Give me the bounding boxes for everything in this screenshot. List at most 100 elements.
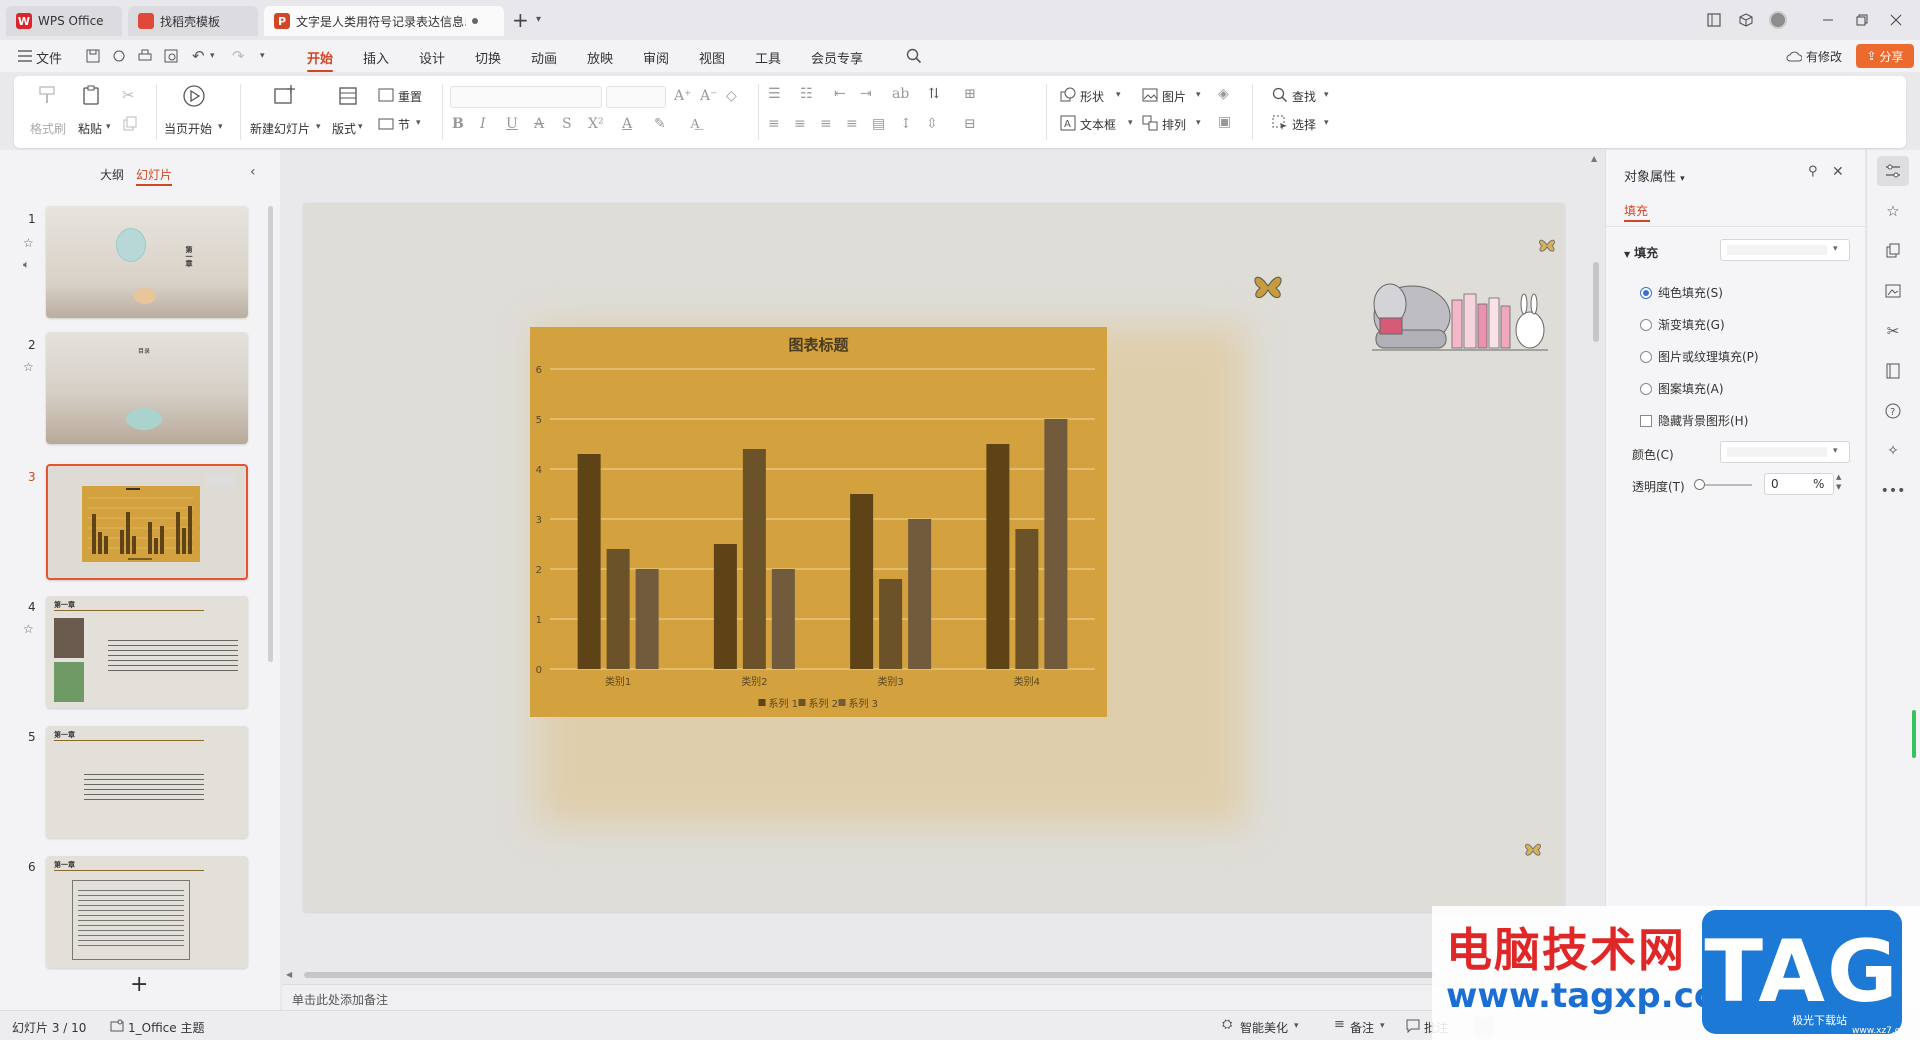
slide-thumbnail-3[interactable] bbox=[46, 464, 248, 580]
outline-icon[interactable]: ▣ bbox=[1218, 114, 1231, 130]
chevron-down-icon[interactable]: ▾ bbox=[218, 122, 223, 132]
text-direction-icon[interactable]: ab bbox=[892, 86, 909, 102]
radio-button[interactable] bbox=[1640, 286, 1652, 299]
color-select[interactable]: ▾ bbox=[1720, 441, 1850, 463]
decrease-indent-icon[interactable]: ⇤ bbox=[834, 86, 846, 102]
justify-icon[interactable]: ≡ bbox=[846, 116, 858, 132]
radio-button[interactable] bbox=[1640, 382, 1652, 395]
reset-button[interactable]: 重置 bbox=[398, 88, 422, 105]
slide-thumbnail-2[interactable]: 目录 bbox=[46, 332, 248, 444]
panel-title[interactable]: 对象属性 ▾ bbox=[1624, 166, 1685, 185]
image-edit-icon[interactable] bbox=[1882, 280, 1904, 302]
pin-icon[interactable]: ⚲ bbox=[1808, 164, 1818, 179]
save-icon[interactable] bbox=[86, 49, 100, 63]
radio-button[interactable] bbox=[1640, 318, 1652, 331]
find-button[interactable]: 查找 bbox=[1292, 88, 1316, 105]
superscript-icon[interactable]: X² bbox=[588, 116, 604, 132]
chevron-down-icon[interactable]: ▾ bbox=[260, 51, 265, 61]
tools-icon[interactable]: ✂ bbox=[1882, 320, 1904, 342]
pattern-fill-option[interactable]: 图案填充(A) bbox=[1640, 380, 1724, 397]
new-slide-button[interactable]: 新建幻灯片 bbox=[250, 120, 310, 137]
menu-tab-tools[interactable]: 工具 bbox=[755, 48, 781, 67]
play-from-current-button[interactable]: 当页开始 bbox=[164, 120, 212, 137]
share-button[interactable]: ⇪ 分享 bbox=[1856, 44, 1914, 68]
fill-type-select[interactable]: ▾ bbox=[1720, 239, 1850, 261]
menu-file[interactable]: 文件 bbox=[36, 48, 62, 67]
gradient-fill-option[interactable]: 渐变填充(G) bbox=[1640, 316, 1725, 333]
shape-button[interactable]: 形状 bbox=[1080, 88, 1104, 105]
tab-fill[interactable]: 填充 bbox=[1624, 202, 1648, 219]
convert-icon[interactable]: ⊞ bbox=[964, 86, 976, 102]
chevron-down-icon[interactable]: ▾ bbox=[210, 51, 215, 61]
menu-tab-design[interactable]: 设计 bbox=[419, 48, 445, 67]
print-icon[interactable] bbox=[138, 49, 152, 63]
copy-icon[interactable] bbox=[122, 116, 138, 132]
fill-section-header[interactable]: ▼ 填充 bbox=[1624, 244, 1658, 261]
chevron-down-icon[interactable]: ▾ bbox=[1196, 118, 1201, 128]
menu-tab-home[interactable]: 开始 bbox=[307, 48, 334, 72]
chevron-down-icon[interactable]: ▾ bbox=[106, 122, 111, 132]
picture-fill-option[interactable]: 图片或纹理填充(P) bbox=[1640, 348, 1759, 365]
slider-thumb[interactable] bbox=[1694, 479, 1705, 490]
select-button[interactable]: 选择 bbox=[1292, 116, 1316, 133]
menu-tab-view[interactable]: 视图 bbox=[699, 48, 725, 67]
increase-indent-icon[interactable]: ⇥ bbox=[860, 86, 872, 102]
search-icon[interactable] bbox=[906, 48, 922, 64]
strikethrough-icon[interactable]: A bbox=[534, 116, 544, 132]
modified-status[interactable]: 有修改 bbox=[1806, 48, 1842, 65]
clear-format-icon[interactable]: ◇ bbox=[726, 88, 737, 104]
line-spacing-icon[interactable]: ↕ bbox=[900, 116, 912, 132]
slide-thumbnail-4[interactable]: 第一章 bbox=[46, 596, 248, 708]
canvas-vertical-scrollbar[interactable] bbox=[1593, 262, 1599, 342]
chevron-down-icon[interactable]: ▾ bbox=[536, 14, 541, 25]
sound-icon[interactable]: 🔈︎ bbox=[23, 258, 30, 272]
chevron-down-icon[interactable]: ▾ bbox=[358, 122, 363, 132]
decrease-font-icon[interactable]: A⁻ bbox=[700, 88, 718, 104]
char-spacing-icon[interactable]: A͟ bbox=[690, 116, 700, 133]
chevron-down-icon[interactable]: ▾ bbox=[1128, 118, 1133, 128]
export-icon[interactable] bbox=[112, 49, 126, 63]
format-painter-button[interactable]: 格式刷 bbox=[30, 120, 66, 137]
star-icon[interactable]: ☆ bbox=[1882, 200, 1904, 222]
underline-icon[interactable]: U bbox=[506, 116, 518, 132]
menu-tab-transition[interactable]: 切换 bbox=[475, 48, 501, 67]
chevron-down-icon[interactable]: ▾ bbox=[1196, 90, 1201, 100]
copy-icon[interactable] bbox=[1882, 240, 1904, 262]
increase-font-icon[interactable]: A⁺ bbox=[674, 88, 692, 104]
checkbox[interactable] bbox=[1640, 414, 1652, 427]
book-icon[interactable] bbox=[1882, 360, 1904, 382]
slide-canvas[interactable]: 图表标题 0 1 2 3 4 5 6 类别1 类别2 类别3 类别4 系列 1 系列 2 系列 3 bbox=[304, 204, 1564, 912]
scroll-up-icon[interactable]: ▲ bbox=[1591, 154, 1597, 163]
bullets-icon[interactable]: ☰ bbox=[768, 86, 781, 102]
slide-thumbnail-5[interactable]: 第一章 bbox=[46, 726, 248, 838]
tab-wps-office[interactable]: W WPS Office bbox=[6, 6, 122, 36]
cut-icon[interactable]: ✂ bbox=[122, 86, 135, 104]
section-button[interactable]: 节 bbox=[398, 116, 410, 133]
font-name-select[interactable] bbox=[450, 86, 602, 108]
chevron-down-icon[interactable]: ▾ bbox=[1116, 90, 1121, 100]
close-icon[interactable] bbox=[1886, 10, 1906, 30]
collapse-panel-icon[interactable]: ‹ bbox=[250, 164, 256, 180]
hide-background-option[interactable]: 隐藏背景图形(H) bbox=[1640, 412, 1748, 429]
chevron-down-icon[interactable]: ▾ bbox=[416, 118, 421, 128]
chevron-down-icon[interactable]: ▾ bbox=[1294, 1021, 1299, 1031]
numbering-icon[interactable]: ☷ bbox=[800, 86, 813, 102]
star-icon[interactable]: ☆ bbox=[23, 622, 34, 636]
chart-container[interactable]: 图表标题 0 1 2 3 4 5 6 类别1 类别2 类别3 类别4 系列 1 系列 2 系列 3 bbox=[530, 327, 1107, 717]
add-slide-button[interactable]: + bbox=[130, 972, 148, 997]
menu-tab-member[interactable]: 会员专享 bbox=[811, 48, 863, 67]
redo-icon[interactable]: ↷ bbox=[232, 47, 245, 65]
notes-button[interactable]: 备注 bbox=[1350, 1019, 1374, 1036]
chevron-down-icon[interactable]: ▾ bbox=[1324, 118, 1329, 128]
restore-icon[interactable] bbox=[1852, 10, 1872, 30]
spinner-icon[interactable]: ▲ ▼ bbox=[1836, 472, 1841, 492]
cube-icon[interactable] bbox=[1736, 10, 1756, 30]
italic-icon[interactable]: I bbox=[480, 116, 486, 132]
distribute-icon[interactable]: ▤ bbox=[872, 116, 885, 132]
tab-slides[interactable]: 幻灯片 bbox=[136, 166, 172, 183]
transparency-slider[interactable] bbox=[1694, 478, 1754, 492]
close-icon[interactable]: ✕ bbox=[1832, 164, 1844, 180]
picture-button[interactable]: 图片 bbox=[1162, 88, 1186, 105]
align-left-icon[interactable]: ≡ bbox=[768, 116, 780, 132]
columns-icon[interactable]: ⊟ bbox=[964, 116, 976, 132]
